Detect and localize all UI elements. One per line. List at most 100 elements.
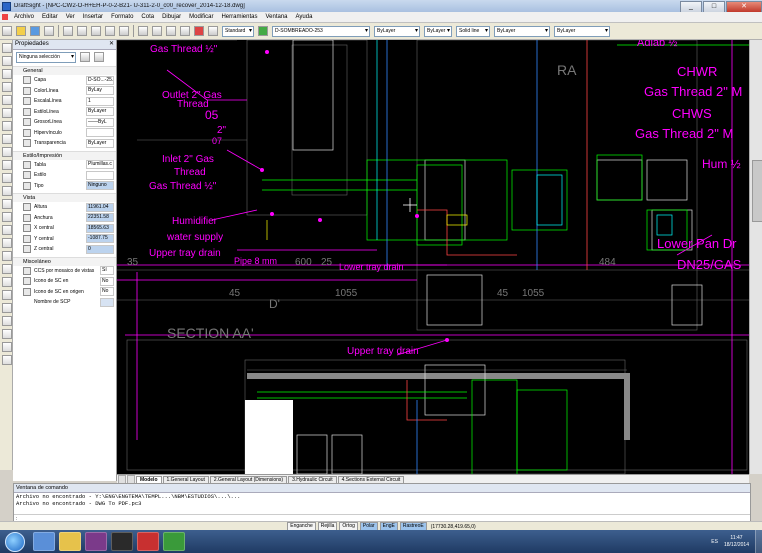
section-general[interactable]: General [13,66,116,75]
explode-icon[interactable] [2,329,12,339]
ucs-icon-origin-value[interactable]: No [100,287,114,297]
plotstyle-combo[interactable]: ByLayer [554,25,610,37]
undo-icon[interactable] [105,26,115,36]
menu-cota[interactable]: Cota [137,14,158,20]
polygon-icon[interactable] [2,108,12,118]
line-icon[interactable] [2,43,12,53]
lineweight-value[interactable]: ——ByL [86,117,114,127]
rotate-icon[interactable] [2,225,12,235]
zoom-window-icon[interactable] [166,26,176,36]
section-view[interactable]: Vista [13,193,116,202]
app-menu-icon[interactable] [2,14,8,20]
zoom-icon[interactable] [152,26,162,36]
mirror-icon[interactable] [2,238,12,248]
minimize-button[interactable]: _ [680,0,702,13]
color-combo[interactable]: ByLayer [374,25,420,37]
dimension-icon[interactable] [2,342,12,352]
fillet-icon[interactable] [2,303,12,313]
section-print[interactable]: Estilo/Impresión [13,150,116,160]
open-icon[interactable] [16,26,26,36]
point-icon[interactable] [2,147,12,157]
show-desktop-button[interactable] [755,530,762,553]
menu-editar[interactable]: Editar [38,14,62,20]
close-button[interactable]: ✕ [726,0,762,13]
center-x-value[interactable]: 18565.63 [86,223,114,233]
move-icon[interactable] [2,199,12,209]
ellipse-icon[interactable] [2,134,12,144]
copy-icon[interactable] [77,26,87,36]
drawing-canvas[interactable]: Gas Thread ½" Outlet 2" Gas Thread Inlet… [117,40,749,474]
ucs-name-value[interactable] [100,297,114,307]
zoom-extents-icon[interactable] [180,26,190,36]
block-icon[interactable] [2,173,12,183]
quick-select-icon[interactable] [80,52,90,62]
linestyle-value[interactable]: ByLayer [86,107,114,117]
paste-icon[interactable] [91,26,101,36]
explorer-taskbar-icon[interactable] [59,532,81,551]
arc-icon[interactable] [2,82,12,92]
media-taskbar-icon[interactable] [85,532,107,551]
polyline-icon[interactable] [2,56,12,66]
menu-modificar[interactable]: Modificar [185,14,217,20]
menu-formato[interactable]: Formato [107,14,137,20]
color-value[interactable]: ByLay [86,86,114,96]
print-icon[interactable] [44,26,54,36]
spline-icon[interactable] [2,121,12,131]
circle-icon[interactable] [2,69,12,79]
menu-herramientas[interactable]: Herramientas [217,14,261,20]
hyperlink-value[interactable] [86,128,114,138]
pan-icon[interactable] [138,26,148,36]
style-value[interactable] [86,170,114,180]
extend-icon[interactable] [2,277,12,287]
linetype-combo[interactable]: Solid line [456,25,490,37]
excel-taskbar-icon[interactable] [163,532,185,551]
style-combo[interactable]: Standard [222,25,254,37]
menu-dibujar[interactable]: Dibujar [158,14,185,20]
transparency-value[interactable]: ByLayer [86,138,114,148]
ucs-viewport-value[interactable]: Sí [100,266,114,276]
type-value[interactable]: Ninguno [86,181,114,191]
layer-combo[interactable]: D-SOMBREADO-253 [272,25,370,37]
section-misc[interactable]: Misceláneo [13,256,116,266]
menu-ventana[interactable]: Ventana [261,14,291,20]
linescale-value[interactable]: 1 [86,96,114,106]
layer-state-icon[interactable] [258,26,268,36]
hatch-icon[interactable] [2,160,12,170]
start-button[interactable] [5,531,25,552]
new-icon[interactable] [2,26,12,36]
clock[interactable]: 11:47 18/12/2014 [724,535,749,549]
lineweight-combo[interactable]: ByLayer [494,25,550,37]
vertical-scrollbar[interactable] [749,40,762,474]
scroll-thumb[interactable] [752,160,762,222]
center-z-value[interactable]: 0 [86,244,114,254]
menu-ver[interactable]: Ver [62,14,79,20]
close-panel-icon[interactable]: ✕ [109,40,114,49]
maximize-button[interactable]: □ [703,0,725,13]
menu-insertar[interactable]: Insertar [79,14,107,20]
menu-archivo[interactable]: Archivo [10,14,38,20]
rectangle-icon[interactable] [2,95,12,105]
ie-taskbar-icon[interactable] [33,532,55,551]
erase-icon[interactable] [2,316,12,326]
redo-icon[interactable] [119,26,129,36]
table-value[interactable]: Plumillas.c [86,160,114,170]
save-icon[interactable] [30,26,40,36]
layer-value[interactable]: D-SO...-25... [86,75,114,85]
layers-icon[interactable] [208,26,218,36]
draftsight-taskbar-icon[interactable] [137,532,159,551]
text-icon[interactable] [2,186,12,196]
linecolor-combo[interactable]: ByLayer [424,25,452,37]
height-value[interactable]: 11961.04 [86,202,114,212]
offset-icon[interactable] [2,290,12,300]
center-y-value[interactable]: -1087.75 [86,234,114,244]
app-taskbar-icon[interactable] [111,532,133,551]
width-value[interactable]: 22351.58 [86,213,114,223]
trim-icon[interactable] [2,264,12,274]
language-indicator[interactable]: ES [711,539,718,545]
menu-ayuda[interactable]: Ayuda [292,14,317,20]
ucs-icon-on-value[interactable]: No [100,276,114,286]
copy-tool-icon[interactable] [2,212,12,222]
scale-icon[interactable] [2,251,12,261]
selection-combo[interactable]: Ninguna selección [16,51,76,63]
properties-icon[interactable] [194,26,204,36]
